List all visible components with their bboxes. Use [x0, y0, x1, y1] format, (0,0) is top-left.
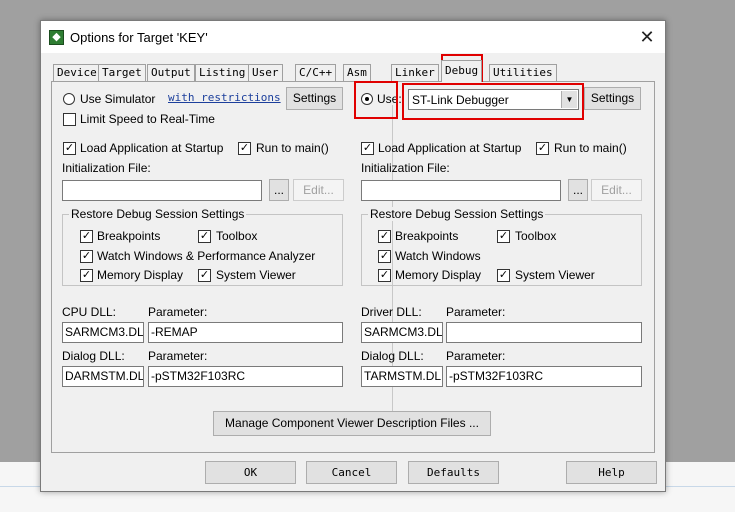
- left-load-app-checkbox[interactable]: ✓: [63, 142, 76, 155]
- left-memory-label: Memory Display: [97, 268, 184, 282]
- right-edit-button: Edit...: [591, 179, 642, 201]
- right-sysviewer-label: System Viewer: [515, 268, 595, 282]
- right-init-file-label: Initialization File:: [361, 161, 450, 175]
- driver-dll-label: Driver DLL:: [361, 305, 422, 319]
- right-watch-checkbox[interactable]: ✓: [378, 250, 391, 263]
- left-edit-button: Edit...: [293, 179, 344, 201]
- use-simulator-radio[interactable]: [63, 93, 75, 105]
- left-init-file-input[interactable]: [62, 180, 262, 201]
- right-restore-title: Restore Debug Session Settings: [368, 207, 546, 221]
- right-load-app-label: Load Application at Startup: [378, 141, 522, 155]
- right-run-to-main-label: Run to main(): [554, 141, 627, 155]
- tab-cpp[interactable]: C/C++: [295, 64, 337, 81]
- right-dialog-dll-label: Dialog DLL:: [361, 349, 424, 363]
- right-dialog-param-label: Parameter:: [446, 349, 506, 363]
- right-load-app-checkbox[interactable]: ✓: [361, 142, 374, 155]
- right-init-file-input[interactable]: [361, 180, 561, 201]
- tab-asm[interactable]: Asm: [343, 64, 371, 81]
- limit-speed-label: Limit Speed to Real-Time: [80, 112, 215, 126]
- left-breakpoints-label: Breakpoints: [97, 229, 161, 243]
- left-dialog-param-input[interactable]: -pSTM32F103RC: [148, 366, 343, 387]
- defaults-button[interactable]: Defaults: [408, 461, 499, 484]
- cpu-param-label: Parameter:: [148, 305, 208, 319]
- left-watch-label: Watch Windows & Performance Analyzer: [97, 249, 316, 263]
- left-dialog-dll-label: Dialog DLL:: [62, 349, 125, 363]
- left-breakpoints-checkbox[interactable]: ✓: [80, 230, 93, 243]
- right-dialog-dll-input[interactable]: TARMSTM.DLL: [361, 366, 443, 387]
- right-breakpoints-checkbox[interactable]: ✓: [378, 230, 391, 243]
- right-sysviewer-checkbox[interactable]: ✓: [497, 269, 510, 282]
- driver-param-label: Parameter:: [446, 305, 506, 319]
- use-simulator-label: Use Simulator: [80, 92, 156, 106]
- driver-param-input[interactable]: [446, 322, 642, 343]
- cancel-button[interactable]: Cancel: [306, 461, 397, 484]
- limit-speed-checkbox[interactable]: [63, 113, 76, 126]
- left-watch-checkbox[interactable]: ✓: [80, 250, 93, 263]
- manage-component-viewer-button[interactable]: Manage Component Viewer Description File…: [213, 411, 491, 436]
- cpu-dll-input[interactable]: SARMCM3.DLL: [62, 322, 144, 343]
- right-toolbox-label: Toolbox: [515, 229, 557, 243]
- left-toolbox-label: Toolbox: [216, 229, 258, 243]
- right-memory-checkbox[interactable]: ✓: [378, 269, 391, 282]
- left-toolbox-checkbox[interactable]: ✓: [198, 230, 211, 243]
- title-bar[interactable]: ◆ Options for Target 'KEY' ✕: [41, 21, 665, 53]
- left-run-to-main-label: Run to main(): [256, 141, 329, 155]
- right-watch-label: Watch Windows: [395, 249, 481, 263]
- driver-dll-input[interactable]: SARMCM3.DLL: [361, 322, 443, 343]
- close-icon[interactable]: ✕: [633, 25, 661, 49]
- left-sysviewer-label: System Viewer: [216, 268, 296, 282]
- use-radio-highlight: [354, 81, 398, 119]
- left-dialog-param-label: Parameter:: [148, 349, 208, 363]
- right-dialog-param-input[interactable]: -pSTM32F103RC: [446, 366, 642, 387]
- cpu-dll-label: CPU DLL:: [62, 305, 117, 319]
- left-init-file-label: Initialization File:: [62, 161, 151, 175]
- uvision-icon: ◆: [49, 30, 64, 45]
- left-memory-checkbox[interactable]: ✓: [80, 269, 93, 282]
- tab-user[interactable]: User: [248, 64, 283, 81]
- tab-device[interactable]: Device: [53, 64, 101, 81]
- tab-listing[interactable]: Listing: [195, 64, 250, 81]
- left-run-to-main-checkbox[interactable]: ✓: [238, 142, 251, 155]
- tab-debug[interactable]: Debug: [441, 60, 483, 82]
- left-restore-title: Restore Debug Session Settings: [69, 207, 247, 221]
- debugger-settings-button[interactable]: Settings: [584, 87, 641, 110]
- ok-button[interactable]: OK: [205, 461, 296, 484]
- help-button[interactable]: Help: [566, 461, 657, 484]
- right-breakpoints-label: Breakpoints: [395, 229, 459, 243]
- tab-target[interactable]: Target: [98, 64, 146, 81]
- with-restrictions-link[interactable]: with restrictions: [168, 91, 281, 104]
- left-dialog-dll-input[interactable]: DARMSTM.DLL: [62, 366, 144, 387]
- dialog-title: Options for Target 'KEY': [70, 30, 208, 45]
- tab-utilities[interactable]: Utilities: [489, 64, 557, 81]
- right-memory-label: Memory Display: [395, 268, 482, 282]
- tab-linker[interactable]: Linker: [391, 64, 439, 81]
- right-toolbox-checkbox[interactable]: ✓: [497, 230, 510, 243]
- right-run-to-main-checkbox[interactable]: ✓: [536, 142, 549, 155]
- left-load-app-label: Load Application at Startup: [80, 141, 224, 155]
- debugger-select-highlight: [402, 83, 584, 120]
- left-sysviewer-checkbox[interactable]: ✓: [198, 269, 211, 282]
- tab-output[interactable]: Output: [147, 64, 195, 81]
- options-dialog: ◆ Options for Target 'KEY' ✕ Device Targ…: [40, 20, 666, 492]
- simulator-settings-button[interactable]: Settings: [286, 87, 343, 110]
- right-browse-button[interactable]: ...: [568, 179, 588, 201]
- left-browse-button[interactable]: ...: [269, 179, 289, 201]
- cpu-param-input[interactable]: -REMAP: [148, 322, 343, 343]
